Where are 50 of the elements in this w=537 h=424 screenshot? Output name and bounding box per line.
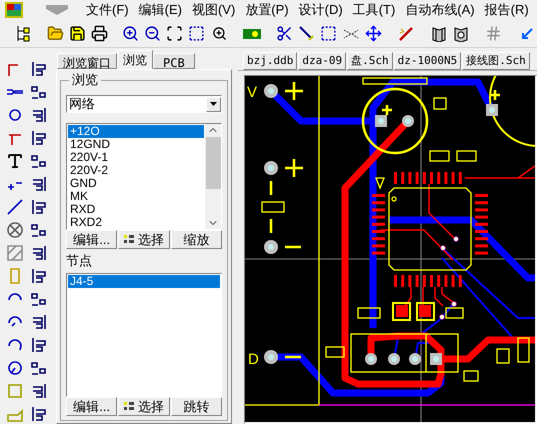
- list-item[interactable]: 220V-1: [68, 151, 204, 164]
- list-item[interactable]: GND: [68, 177, 204, 190]
- panel-tab[interactable]: 浏览窗口: [57, 53, 117, 69]
- net-label: D: [248, 351, 259, 368]
- document-tab[interactable]: 接线图.Sch: [462, 52, 530, 70]
- list-item[interactable]: RXD: [68, 203, 204, 216]
- dropdown-arrow-icon: [210, 102, 217, 106]
- edit-button[interactable]: 编辑...: [66, 230, 118, 249]
- document-tab[interactable]: dza-09: [298, 52, 346, 70]
- document-tab[interactable]: bzj.ddb: [243, 52, 298, 70]
- select-button[interactable]: 选择: [118, 230, 170, 249]
- zoom-button[interactable]: 缩放: [170, 230, 222, 249]
- nodes-label: 节点: [66, 253, 93, 269]
- document-tab[interactable]: dz-1000N5: [394, 52, 462, 70]
- menu-item[interactable]: 报告(R): [480, 0, 534, 20]
- jump-button[interactable]: 跳转: [170, 397, 222, 416]
- printer-icon[interactable]: [89, 22, 110, 44]
- list-item[interactable]: +12O: [68, 125, 204, 138]
- menu-item[interactable]: 文件(F): [81, 0, 134, 20]
- menu-item[interactable]: 设计(D): [294, 0, 348, 20]
- text-icon[interactable]: [6, 152, 24, 170]
- net-label: V: [247, 84, 258, 101]
- list-item[interactable]: RXD2: [68, 216, 204, 229]
- group-title: 浏览: [69, 72, 101, 88]
- list-item[interactable]: 12GND: [68, 138, 204, 151]
- menu-item[interactable]: 自动布线(A): [400, 0, 480, 20]
- net-type-dropdown[interactable]: 网络: [66, 95, 222, 113]
- via-icon[interactable]: [6, 106, 24, 124]
- document-tab[interactable]: 盘.Sch: [347, 52, 393, 70]
- align-right-icon[interactable]: [30, 106, 48, 124]
- panel-tab[interactable]: PCB: [153, 53, 195, 69]
- dimension-icon[interactable]: [6, 198, 24, 216]
- list-item[interactable]: MK: [68, 190, 204, 203]
- scrollbar[interactable]: [205, 124, 221, 229]
- app-logo-icon[interactable]: [5, 2, 23, 18]
- list-item[interactable]: J4-5: [68, 275, 220, 288]
- menu-item[interactable]: 放置(P): [240, 0, 294, 20]
- menu-item[interactable]: 视图(V): [186, 0, 240, 20]
- fill-cross-icon[interactable]: [6, 221, 24, 239]
- list-item[interactable]: 220V-2: [68, 164, 204, 177]
- align-distribute-icon[interactable]: [30, 83, 48, 101]
- hatch-icon[interactable]: [6, 244, 24, 262]
- menu-item[interactable]: 编辑(E): [134, 0, 187, 20]
- select-icon: [124, 402, 134, 411]
- panel-tab[interactable]: 浏览: [117, 50, 153, 69]
- menu-item[interactable]: 工具(T): [348, 0, 400, 20]
- edit-button[interactable]: 编辑...: [66, 397, 118, 416]
- align-left-icon[interactable]: [30, 60, 48, 78]
- select-icon: [124, 235, 134, 244]
- select-button[interactable]: 选择: [118, 397, 170, 416]
